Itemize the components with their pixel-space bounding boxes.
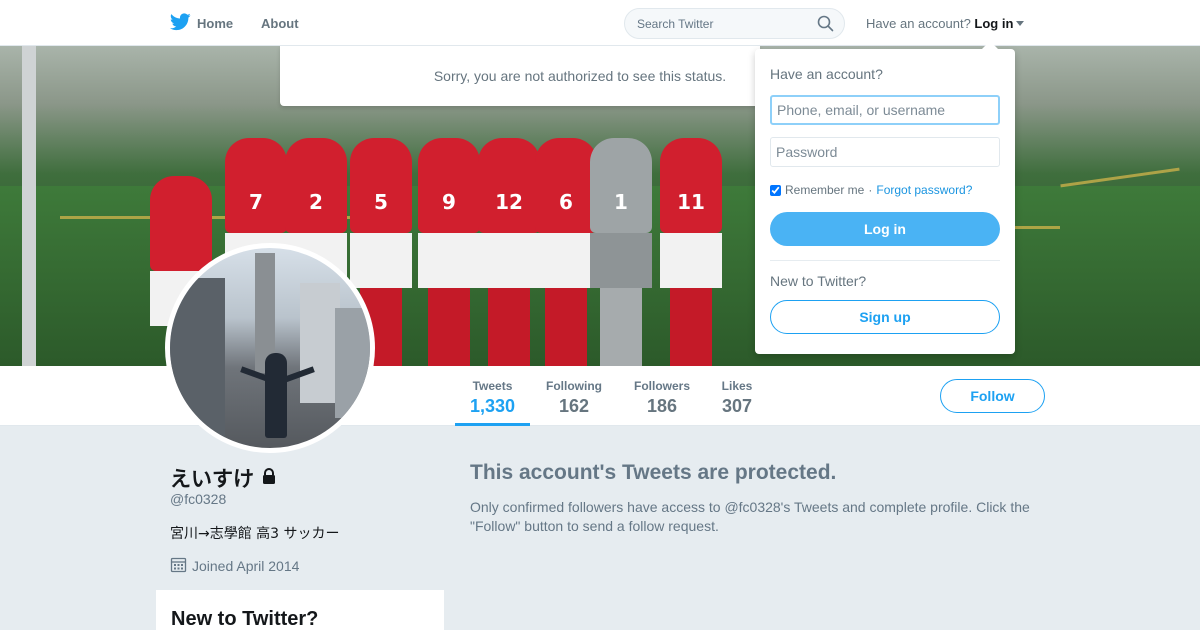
separator-dot: · (868, 183, 873, 197)
remember-row: Remember me · Forgot password? (770, 183, 972, 197)
login-button[interactable]: Log in (770, 212, 1000, 246)
jersey-number: 9 (442, 190, 456, 214)
stat-likes[interactable]: Likes 307 (714, 366, 760, 426)
protected-title: This account's Tweets are protected. (470, 461, 837, 484)
login-dropdown: Have an account? Remember me · Forgot pa… (755, 41, 1015, 354)
password-field[interactable] (770, 137, 1000, 167)
dropdown-title: Have an account? (770, 66, 883, 82)
avatar-building (170, 278, 225, 448)
stat-value: 186 (646, 396, 678, 416)
jersey-number: 11 (677, 190, 705, 214)
stat-tweets[interactable]: Tweets 1,330 (455, 366, 530, 426)
nav-about-link[interactable]: About (261, 16, 299, 31)
banner-goalkeeper: 1 (590, 138, 652, 366)
stat-label: Following (546, 379, 602, 393)
profile-avatar[interactable] (165, 243, 375, 453)
new-to-twitter-card: New to Twitter? (156, 590, 444, 630)
stat-value: 1,330 (469, 396, 516, 416)
jersey-number: 12 (495, 190, 523, 214)
stat-label: Tweets (472, 379, 513, 393)
top-navigation-bar: Home About Have an account? Log in (0, 0, 1200, 46)
jersey-number: 1 (614, 190, 628, 214)
joined-text: Joined April 2014 (192, 558, 300, 574)
caret-down-icon (1016, 21, 1025, 26)
stat-label: Followers (633, 379, 690, 393)
calendar-icon (170, 556, 187, 576)
stat-followers[interactable]: Followers 186 (628, 366, 696, 426)
banner-player: 12 (478, 138, 540, 366)
alert-message: Sorry, you are not authorized to see thi… (433, 68, 727, 84)
dropdown-divider (770, 260, 1000, 261)
username-field[interactable] (770, 95, 1000, 125)
account-prompt: Have an account? (866, 16, 971, 31)
lock-icon (260, 466, 278, 490)
profile-handle[interactable]: @fc0328 (170, 491, 226, 507)
banner-player: 6 (535, 138, 597, 366)
unauthorized-alert: Sorry, you are not authorized to see thi… (280, 46, 760, 106)
avatar-building (335, 308, 370, 418)
nav-home-label: Home (197, 16, 234, 31)
profile-joined: Joined April 2014 (170, 556, 299, 576)
banner-player: 11 (660, 138, 722, 366)
signup-button[interactable]: Sign up (770, 300, 1000, 334)
new-to-twitter-prompt: New to Twitter? (770, 273, 867, 289)
search-input[interactable] (625, 9, 805, 38)
twitter-bird-icon (169, 13, 191, 34)
stat-value: 162 (558, 396, 590, 416)
profile-name: えいすけ (170, 463, 278, 493)
jersey-number: 2 (309, 190, 323, 214)
stat-label: Likes (721, 379, 753, 393)
banner-field-line (1060, 167, 1180, 188)
follow-button[interactable]: Follow (940, 379, 1045, 413)
search-box (624, 8, 845, 39)
stat-value: 307 (721, 396, 753, 416)
profile-bio: 宮川→志學館 高3 サッカー (170, 526, 340, 542)
forgot-password-link[interactable]: Forgot password? (876, 183, 972, 197)
login-toggle-label: Log in (974, 16, 1014, 31)
new-to-twitter-heading: New to Twitter? (171, 608, 319, 630)
banner-pole (22, 46, 36, 366)
avatar-building (300, 283, 340, 403)
profile-name-text: えいすけ (170, 467, 254, 491)
jersey-number: 5 (374, 190, 388, 214)
remember-me-label[interactable]: Remember me (785, 183, 864, 197)
nav-home-link[interactable]: Home (169, 13, 234, 34)
avatar-person (265, 353, 287, 438)
protected-description: Only confirmed followers have access to … (470, 499, 1030, 534)
search-icon[interactable] (817, 15, 834, 37)
jersey-number: 7 (249, 190, 263, 214)
jersey-number: 6 (559, 190, 573, 214)
remember-me-checkbox[interactable] (770, 184, 781, 196)
stat-following[interactable]: Following 162 (540, 366, 608, 426)
banner-player: 9 (418, 138, 480, 366)
login-dropdown-toggle[interactable]: Have an account? Log in (866, 16, 1025, 31)
